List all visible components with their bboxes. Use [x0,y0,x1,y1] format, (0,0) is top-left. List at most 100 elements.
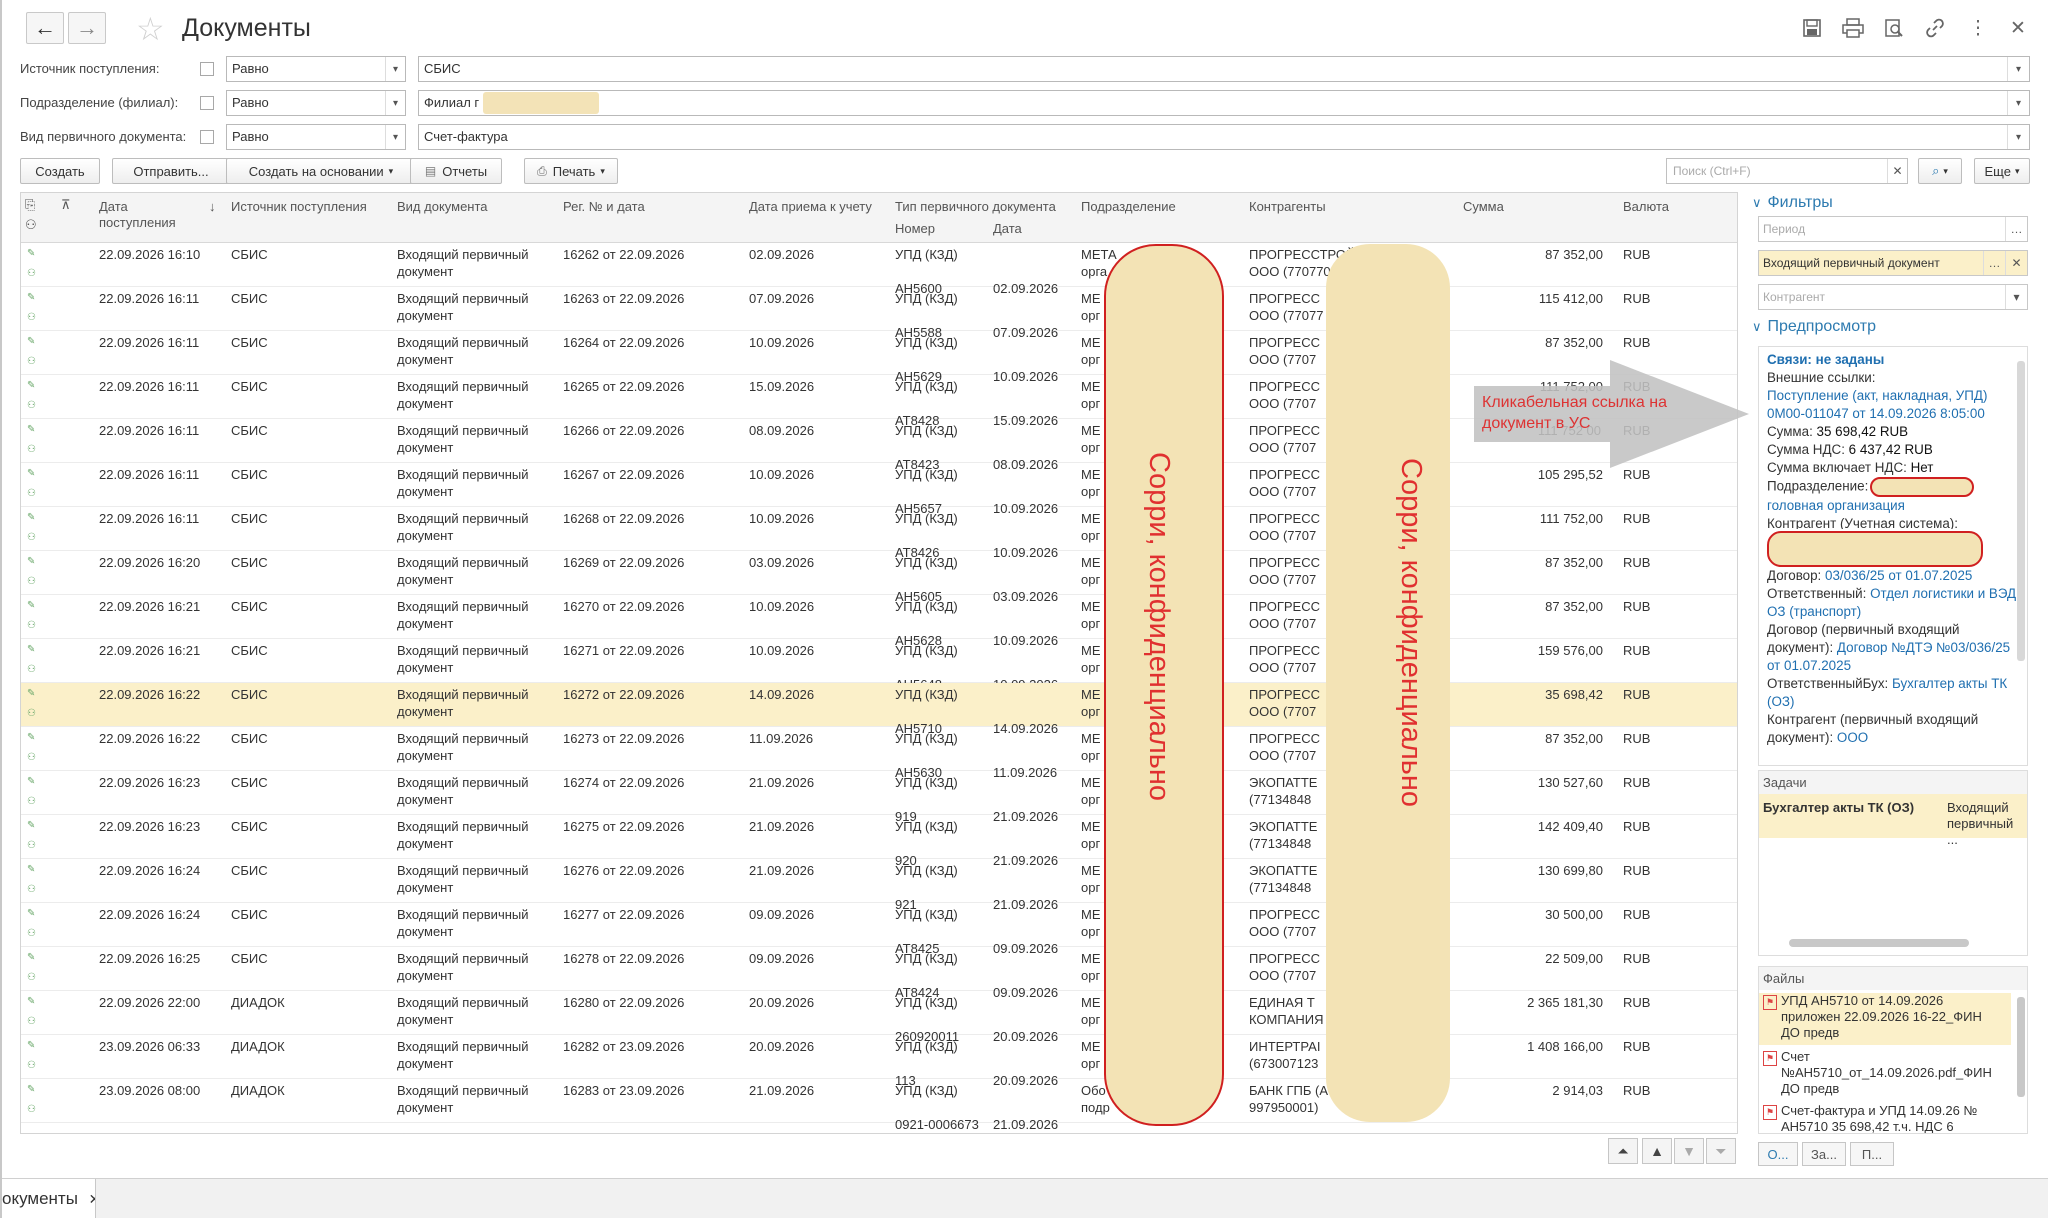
attachment-icon[interactable]: ⎘ [25,197,35,213]
scroll-last-button[interactable]: ⏷ [1706,1138,1736,1164]
table-row[interactable]: ✎ ⚇ 22.09.2026 16:22 СБИС Входящий первичный… [21,683,1737,736]
hierarchy-icon[interactable]: ⊼ [61,197,71,213]
table-row[interactable]: ✎ ⚇ 22.09.2026 16:21 СБИС Входящий первичный… [21,595,1737,648]
counterparty-filter-field[interactable]: Контрагент ▾ [1758,284,2028,310]
create-button[interactable]: Создать [20,158,100,184]
send-button[interactable]: Отправить... [112,158,230,184]
chevron-down-icon[interactable]: ▾ [2005,285,2027,309]
scroll-down-button[interactable]: ▼ [1674,1138,1704,1164]
print-button[interactable]: ⎙ Печать ▾ [524,158,618,184]
table-row[interactable]: ✎ ⚇ 22.09.2026 16:23 СБИС Входящий первичный… [21,815,1737,868]
preview-section-toggle[interactable]: ∨ Предпросмотр [1752,318,1876,336]
search-input[interactable]: Поиск (Ctrl+F) ✕ [1666,158,1908,184]
filters-section-toggle[interactable]: ∨ Фильтры [1752,194,1833,212]
preview-scrollbar[interactable] [2017,361,2025,661]
filter-value-field[interactable]: Счет-фактура ▾ [418,124,2030,150]
create-based-button[interactable]: Создать на основании ▾ [226,158,416,184]
table-row[interactable]: ✎ ⚇ 22.09.2026 16:11 СБИС Входящий первичный… [21,507,1737,560]
filter-checkbox[interactable] [200,96,214,110]
file-item[interactable]: ⚑ Счет №АН5710_от_14.09.2026.pdf_ФИН ДО … [1759,1049,2011,1097]
filter-condition-select[interactable]: Равно ▾ [226,56,406,82]
filter-condition-select[interactable]: Равно ▾ [226,124,406,150]
files-scrollbar[interactable] [2017,997,2025,1097]
col-accept-date[interactable]: Дата приема к учету [749,199,872,215]
table-row[interactable]: ✎ ⚇ 22.09.2026 16:25 СБИС Входящий первичный… [21,947,1737,1000]
chevron-down-icon[interactable]: ▾ [385,91,405,115]
filter-value-field[interactable]: Филиал г ▾ [418,90,2030,116]
tasks-scrollbar[interactable] [1789,939,1969,947]
table-row[interactable]: ✎ ⚇ 22.09.2026 16:11 СБИС Входящий первичный… [21,287,1737,340]
chevron-down-icon[interactable]: ▾ [385,125,405,149]
receipt-link[interactable]: Поступление (акт, накладная, УПД) 0М00-0… [1767,387,2019,423]
close-icon[interactable]: ✕ [89,1191,95,1207]
file-item[interactable]: ⚑ УПД АН5710 от 14.09.2026 приложен 22.0… [1759,993,2011,1045]
status-icon: ✎ [27,292,36,303]
back-button[interactable]: ← [26,12,64,44]
table-row[interactable]: ✎ ⚇ 23.09.2026 08:00 ДИАДОК Входящий первичн… [21,1079,1737,1132]
col-counterparty[interactable]: Контрагенты [1249,199,1326,215]
favorite-star-icon[interactable]: ☆ [136,10,165,48]
filter-checkbox[interactable] [200,130,214,144]
scroll-up-button[interactable]: ▲ [1642,1138,1672,1164]
col-sum[interactable]: Сумма [1463,199,1504,215]
table-row[interactable]: ✎ ⚇ 22.09.2026 16:22 СБИС Входящий первичный… [21,727,1737,780]
cell-ptype: УПД (КЗД) [895,599,958,614]
tab-documents[interactable]: окументы ✕ [2,1179,96,1218]
col-division[interactable]: Подразделение [1081,199,1176,215]
col-primary-date[interactable]: Дата [993,221,1022,237]
col-primary-type[interactable]: Тип первичного документа [895,199,1056,215]
links-label[interactable]: Связи: не заданы [1767,351,2019,369]
period-field[interactable]: Период… [1758,216,2028,242]
table-row[interactable]: ✎ ⚇ 22.09.2026 16:23 СБИС Входящий первичный… [21,771,1737,824]
panel-button-2[interactable]: За... [1802,1142,1846,1166]
link-icon[interactable] [1922,16,1948,40]
col-currency[interactable]: Валюта [1623,199,1669,215]
forward-button[interactable]: → [68,12,106,44]
table-row[interactable]: ✎ ⚇ 22.09.2026 16:10 СБИС Входящий первичный… [21,243,1737,296]
division-link[interactable]: головная организация [1767,497,2019,515]
chevron-down-icon[interactable]: ▾ [2007,91,2029,115]
col-reg-number[interactable]: Рег. № и дата [563,199,645,215]
table-row[interactable]: ✎ ⚇ 23.09.2026 06:33 ДИАДОК Входящий первичн… [21,1035,1737,1088]
cell-source: СБИС [231,731,268,746]
table-row[interactable]: ✎ ⚇ 22.09.2026 16:24 СБИС Входящий первичный… [21,903,1737,956]
col-source[interactable]: Источник поступления [231,199,367,215]
ellipsis-button[interactable]: … [1983,251,2005,275]
task-row[interactable]: Бухгалтер акты ТК (ОЗ) Входящий первичны… [1759,794,2027,847]
scroll-first-button[interactable]: ⏶ [1608,1138,1638,1164]
cell-doc2: документ [397,968,454,983]
clear-icon[interactable]: ✕ [1887,159,1907,183]
filter-condition-select[interactable]: Равно ▾ [226,90,406,116]
table-row[interactable]: ✎ ⚇ 22.09.2026 22:00 ДИАДОК Входящий первичн… [21,991,1737,1044]
reports-button[interactable]: ▤ Отчеты [410,158,502,184]
search-button[interactable]: ⌕ ▾ [1918,158,1962,184]
preview-icon[interactable] [1881,16,1907,40]
print-icon[interactable] [1840,16,1866,40]
panel-button-3[interactable]: П... [1850,1142,1894,1166]
doc-type-filter-field[interactable]: Входящий первичный документ… ✕ [1758,250,2028,276]
sort-arrow-icon[interactable]: ↓ [209,199,216,215]
save-icon[interactable] [1799,16,1825,40]
cell-doc1: Входящий первичный [397,643,529,658]
ellipsis-button[interactable]: … [2005,217,2027,241]
more-button[interactable]: Еще ▾ [1974,158,2030,184]
col-date-received[interactable]: Дата поступления [99,199,189,231]
filter-checkbox[interactable] [200,62,214,76]
chevron-down-icon[interactable]: ▾ [2007,125,2029,149]
cell-cp2: ООО (770770 [1249,264,1331,279]
table-row[interactable]: ✎ ⚇ 22.09.2026 16:21 СБИС Входящий первичный… [21,639,1737,692]
users-icon[interactable]: ⚇ [25,217,37,233]
clear-icon[interactable]: ✕ [2005,251,2027,275]
col-primary-number[interactable]: Номер [895,221,935,237]
close-icon[interactable]: ✕ [2005,16,2031,40]
chevron-down-icon[interactable]: ▾ [385,57,405,81]
cell-date: 22.09.2026 16:22 [99,731,201,746]
col-doc-type[interactable]: Вид документа [397,199,488,215]
table-row[interactable]: ✎ ⚇ 22.09.2026 16:24 СБИС Входящий первичный… [21,859,1737,912]
more-icon[interactable]: ⋮ [1965,16,1991,40]
chevron-down-icon[interactable]: ▾ [2007,57,2029,81]
file-item[interactable]: ⚑ Счет-фактура и УПД 14.09.26 № АН5710 3… [1759,1103,2011,1133]
panel-button-1[interactable]: О... [1758,1142,1798,1166]
table-row[interactable]: ✎ ⚇ 22.09.2026 16:20 СБИС Входящий первичный… [21,551,1737,604]
filter-value-field[interactable]: СБИС ▾ [418,56,2030,82]
